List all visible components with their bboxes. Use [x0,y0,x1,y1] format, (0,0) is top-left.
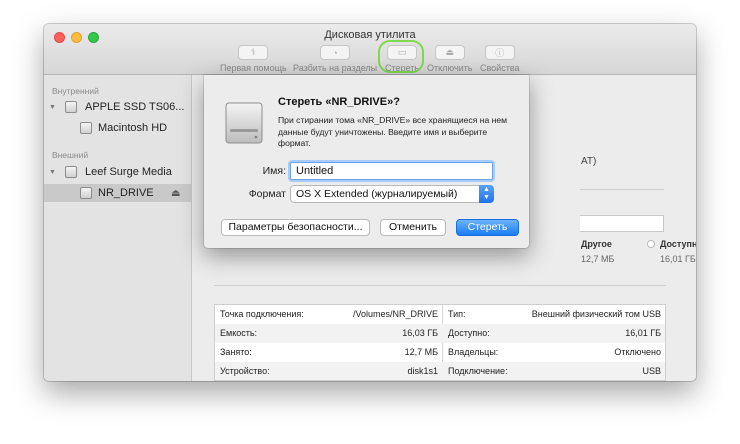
info-key: Емкость: [220,328,258,338]
eject-icon: ⏏ [434,45,465,60]
erase-confirm-button[interactable]: Стереть [456,219,519,236]
format-select[interactable]: OS X Extended (журналируемый) ▲ ▼ [290,185,494,203]
info-icon: ⓘ [484,45,515,60]
info-key: Устройство: [220,366,270,376]
disclosure-triangle-icon[interactable]: ▼ [49,169,56,176]
titlebar: Дисковая утилита ⚕ Первая помощь ◔ Разби… [44,24,696,75]
sidebar-item-nr-drive[interactable]: NR_DRIVE ⏏ [44,184,191,202]
internal-disk-icon [65,101,77,113]
sidebar: Внутренний ▼ APPLE SSD TS06... Macintosh… [44,75,192,381]
partition-pie-icon: ◔ [320,45,351,60]
info-value: disk1s1 [407,366,438,376]
legend-free-value: 16,01 ГБ [660,254,696,264]
legend-other-value: 12,7 МБ [581,254,615,264]
stethoscope-icon: ⚕ [238,45,269,60]
cancel-button[interactable]: Отменить [380,219,446,236]
table-row: Устройство: disk1s1 Подключение: USB [215,362,665,380]
info-value: Внешний физический том USB [531,309,661,319]
info-key: Занято: [220,347,252,357]
eject-icon[interactable]: ⏏ [171,188,180,199]
table-row: Точка подключения: /Volumes/NR_DRIVE Тип… [215,305,665,324]
volume-icon [80,122,92,134]
security-options-button[interactable]: Параметры безопасности... [221,219,370,236]
partition-label: Разбить на разделы [293,63,378,73]
info-label: Свойства [480,63,520,73]
legend-free-swatch [647,240,655,248]
info-value: 16,01 ГБ [625,328,661,338]
format-fragment: AT) [581,156,597,167]
disclosure-triangle-icon[interactable]: ▼ [49,104,56,111]
erase-highlight-ring [378,40,424,73]
partition-button[interactable]: ◔ Разбить на разделы [293,45,377,73]
external-header: Внешний [52,150,89,160]
sidebar-item-label: NR_DRIVE [98,187,154,199]
external-disk-icon [65,166,77,178]
info-table: Точка подключения: /Volumes/NR_DRIVE Тип… [214,304,666,381]
table-row: Занято: 12,7 МБ Владельцы: Отключено [215,343,665,362]
updown-chevron-icon: ▲ ▼ [479,185,494,203]
format-selected-value: OS X Extended (журналируемый) [296,188,458,200]
name-label: Имя: [262,165,286,177]
sidebar-item-label: Leef Surge Media [85,166,172,178]
erase-sheet: Стереть «NR_DRIVE»? При стирании тома «N… [204,75,529,248]
sidebar-item-apple-ssd[interactable]: ▼ APPLE SSD TS06... [44,98,191,116]
window-title: Дисковая утилита [324,29,416,41]
info-value: /Volumes/NR_DRIVE [352,309,438,319]
info-key: Подключение: [448,366,508,376]
first-aid-label: Первая помощь [220,63,287,73]
info-value: 16,03 ГБ [402,328,438,338]
unmount-button[interactable]: ⏏ Отключить [427,45,473,73]
info-value: Отключено [614,347,661,357]
volume-icon [80,187,92,199]
table-row: Емкость: 16,03 ГБ Доступно: 16,01 ГБ [215,324,665,343]
divider [580,189,664,190]
sidebar-item-label: APPLE SSD TS06... [85,101,185,113]
sheet-description: При стирании тома «NR_DRIVE» все хранящи… [278,115,508,148]
sidebar-item-leef-surge[interactable]: ▼ Leef Surge Media [44,163,191,181]
format-label: Формат [248,188,286,200]
info-value: 12,7 МБ [404,347,438,357]
info-key: Владельцы: [448,347,499,357]
info-key: Доступно: [448,328,490,338]
info-value: USB [642,366,661,376]
info-button[interactable]: ⓘ Свойства [480,45,520,73]
legend-free-label: Доступно [660,239,696,249]
name-input[interactable] [290,162,493,180]
info-key: Точка подключения: [220,309,304,319]
divider [214,285,666,286]
unmount-label: Отключить [427,63,473,73]
info-key: Тип: [448,309,466,319]
sidebar-item-label: Macintosh HD [98,122,168,134]
first-aid-button[interactable]: ⚕ Первая помощь [220,45,287,73]
legend-other-label: Другое [581,239,612,249]
usage-bar [580,215,664,232]
sheet-title: Стереть «NR_DRIVE»? [278,96,400,108]
internal-header: Внутренний [52,86,99,96]
drive-icon [225,102,263,144]
sidebar-item-macintosh-hd[interactable]: Macintosh HD [44,119,191,137]
